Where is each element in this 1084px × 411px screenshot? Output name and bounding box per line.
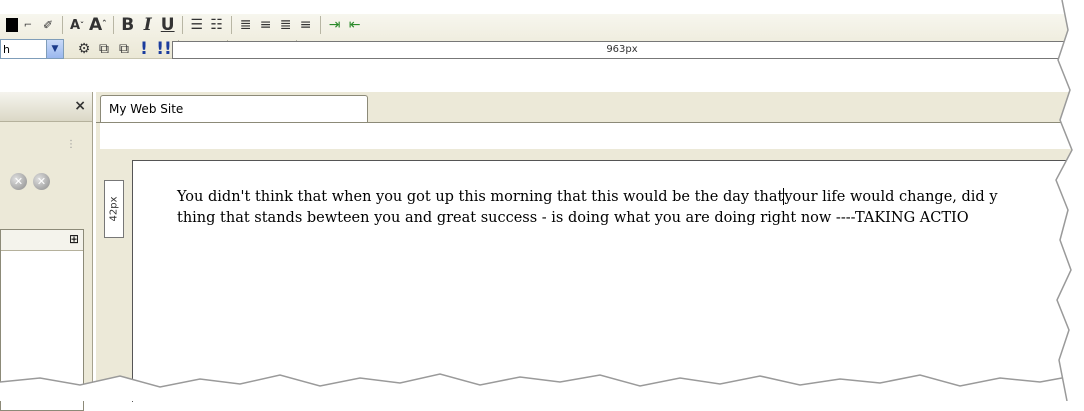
editor-area: My Web Site 42px [96,92,1084,402]
font-decrease-icon[interactable]: Aˇ [69,15,85,35]
text-line-2: thing that stands bewteen you and great … [177,210,969,226]
side-panel-list-header: ⊞ [1,230,83,251]
outdent-icon[interactable]: ⇤ [347,15,363,35]
remove-icon[interactable]: ✕ [33,173,50,190]
ordered-list-icon[interactable]: ☰ [189,15,205,35]
toolbar-separator [112,16,114,34]
columns-icon[interactable]: ⊞ [69,232,79,246]
color-dropdown-icon[interactable]: ⌐ [20,15,36,35]
ruler-width-label: 963px [606,44,638,55]
align-left-icon[interactable]: ≣ [238,15,254,35]
side-panel-header: × [0,92,92,122]
chevron-down-icon[interactable]: ▼ [46,40,63,58]
unordered-list-icon[interactable]: ☷ [209,15,225,35]
vertical-ruler-label: 42px [108,196,120,222]
font-color-swatch[interactable] [6,18,18,32]
toolbar-separator [230,16,232,34]
torn-edge-bottom [0,373,1084,401]
important-single-button[interactable]: ! [136,39,152,59]
align-right-icon[interactable]: ≣ [278,15,294,35]
font-increase-icon[interactable]: Aˆ [89,15,107,35]
grip-handle[interactable]: ⋮ [66,139,76,150]
page-body-text[interactable]: You didn't think that when you got up th… [177,187,1077,229]
paste-format-icon[interactable]: ⧉ [116,39,132,59]
indent-icon[interactable]: ⇥ [327,15,343,35]
toolbar-separator [319,16,321,34]
tab-my-web-site[interactable]: My Web Site [100,95,368,122]
font-name-value: h [3,42,10,56]
side-panel: × ⋮ ✕ ✕ ⊞ [0,92,93,411]
text-after-caret: your life would change, did y [784,189,998,205]
text-before-caret: You didn't think that when you got up th… [177,189,784,205]
delete-icon[interactable]: ✕ [10,173,27,190]
align-justify-icon[interactable]: ≡ [298,15,314,35]
close-icon[interactable]: × [74,98,86,114]
important-double-button[interactable]: !! [156,39,172,59]
vertical-ruler: 42px [104,180,124,238]
toolbar-separator [181,16,183,34]
underline-button[interactable]: U [160,15,176,35]
italic-button[interactable]: I [140,15,156,35]
toolbar-separator [62,16,63,34]
spellcheck-icon[interactable]: ⚙ [76,39,92,59]
torn-edge-right [1055,0,1084,401]
toolbar-row-1: ⌐ ✐ Aˇ Aˆ B I U ☰ ☷ ≣ ≡ ≣ ≡ ⇥ ⇤ [0,14,365,36]
align-center-icon[interactable]: ≡ [258,15,274,35]
copy-format-icon[interactable]: ⧉ [96,39,112,59]
side-panel-toolbar-icons: ✕ ✕ [10,173,50,190]
text-line-1: You didn't think that when you got up th… [177,187,1077,208]
pencil-icon[interactable]: ✐ [40,15,56,35]
font-name-select[interactable]: h ▼ [0,39,64,59]
ruler-strip [100,123,1084,149]
bold-button[interactable]: B [120,15,136,35]
horizontal-ruler: 963px [172,41,1072,59]
